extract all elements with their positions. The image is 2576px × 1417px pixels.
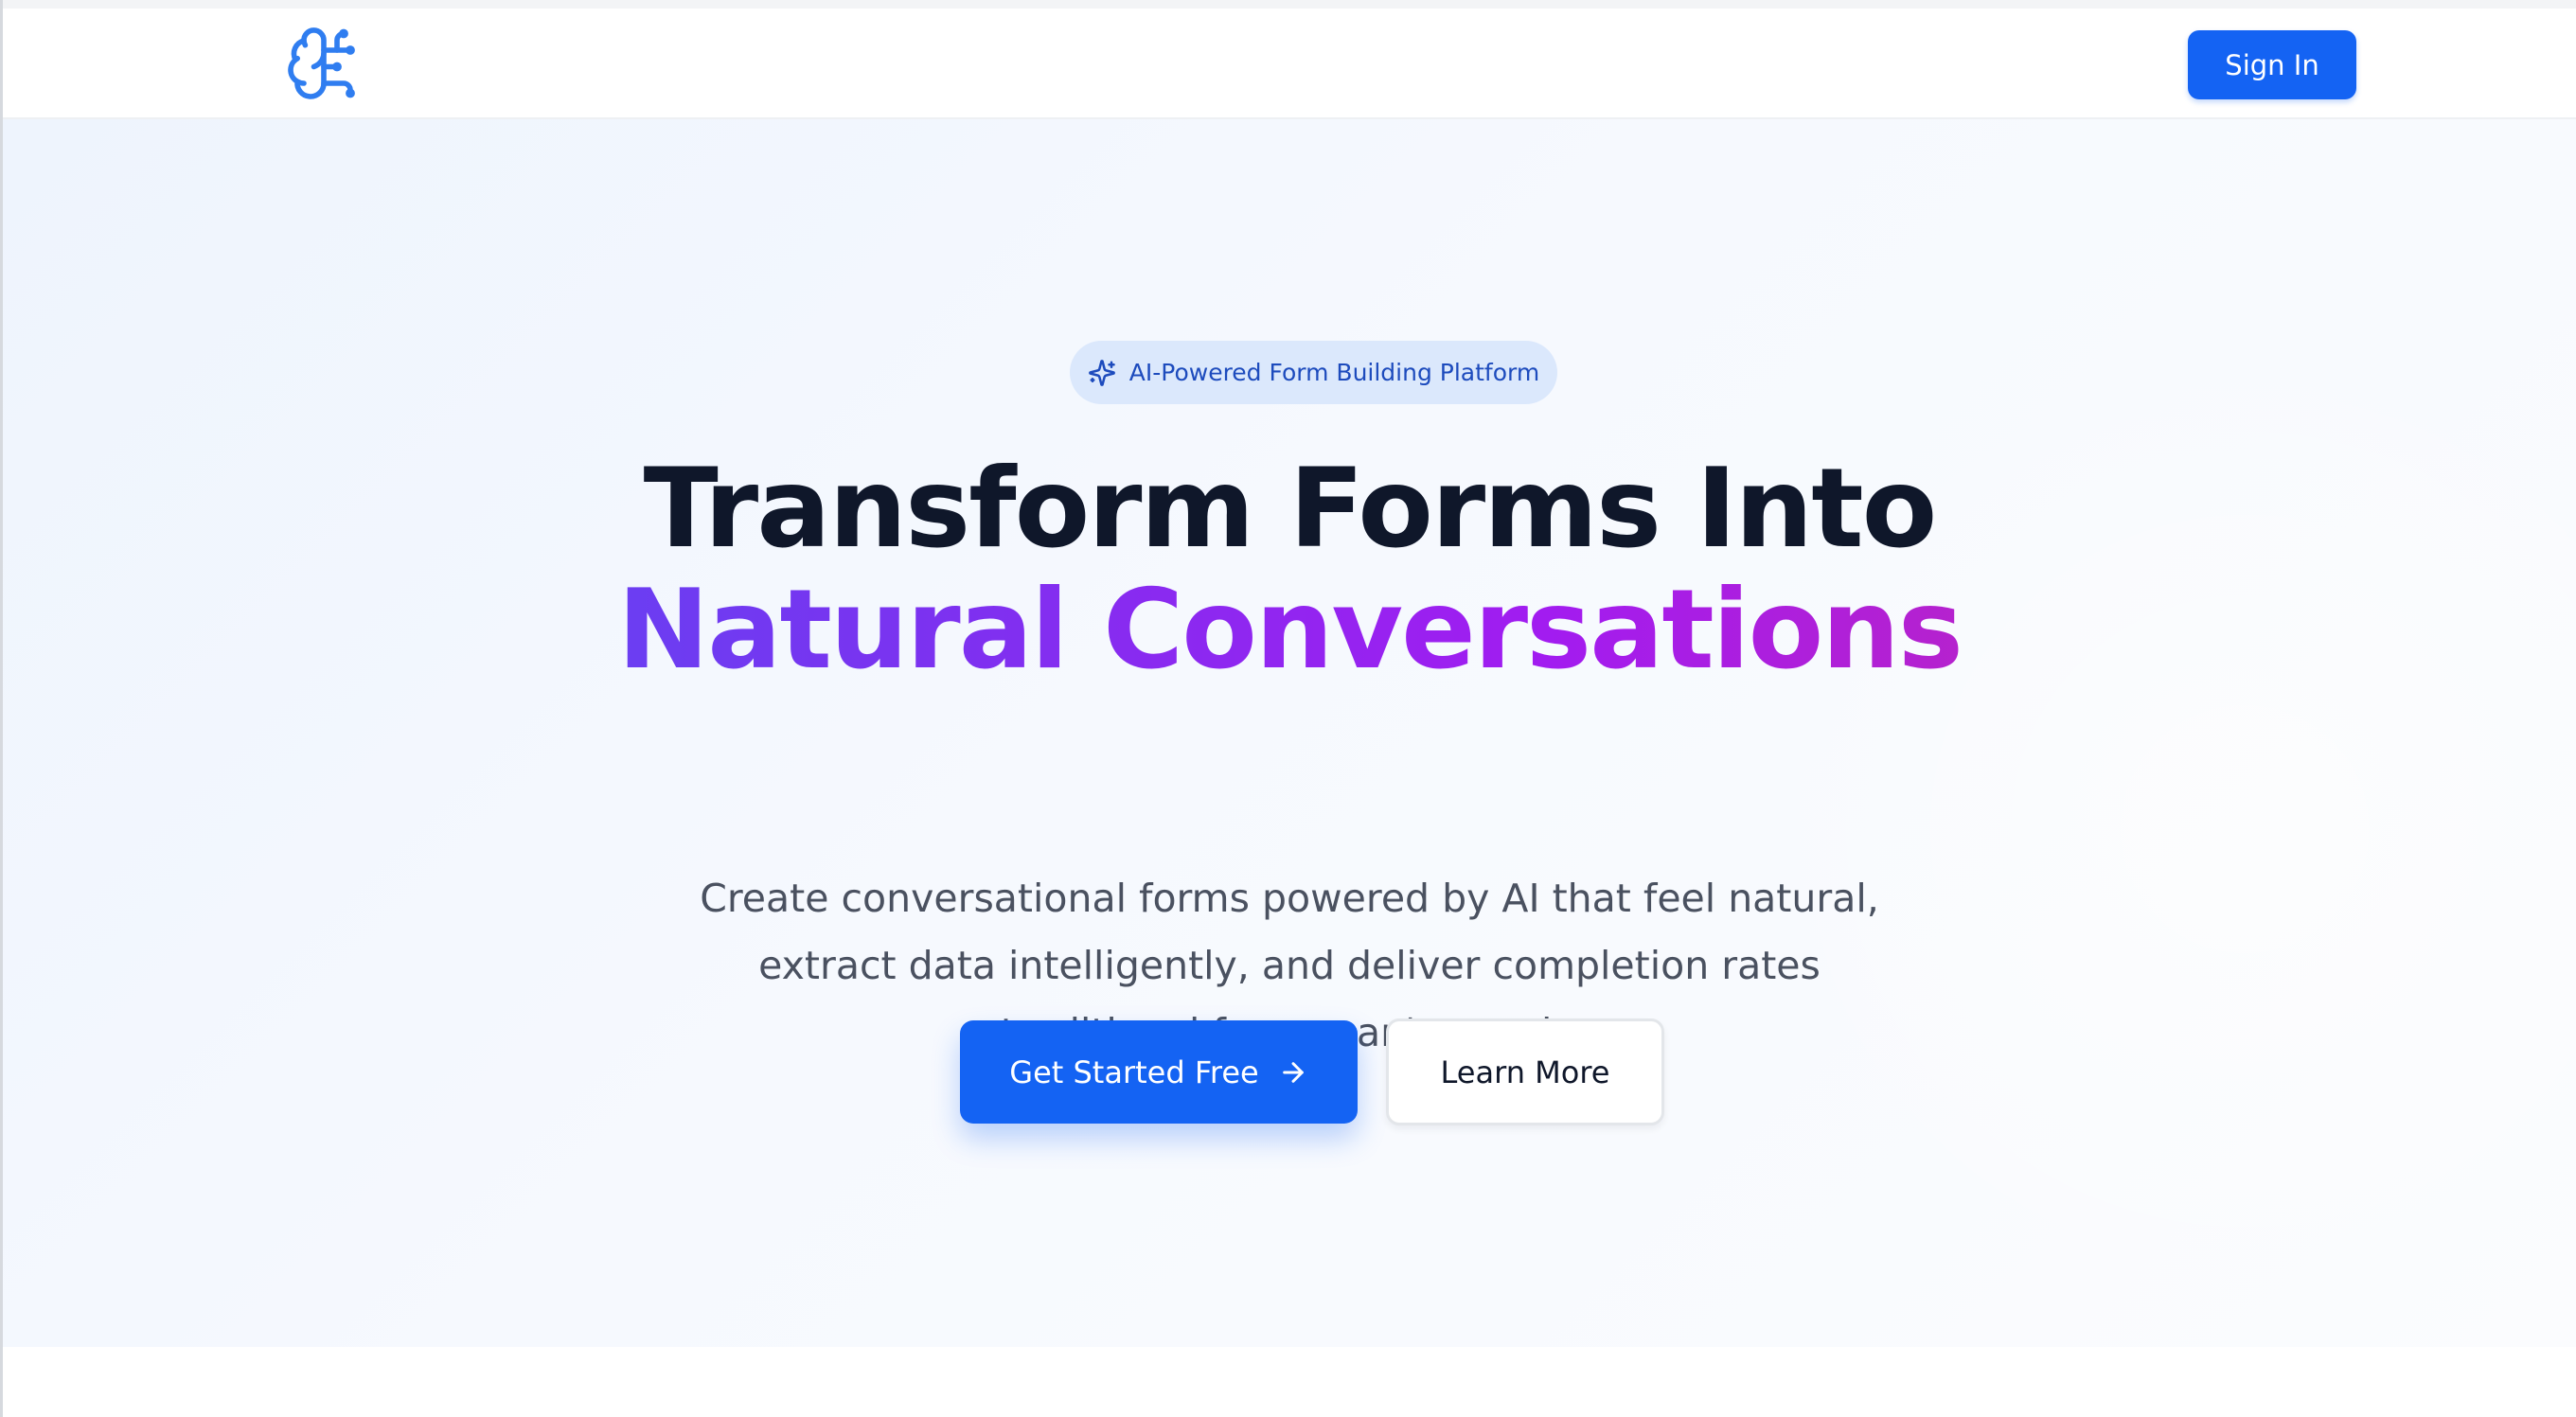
brain-circuit-icon[interactable] xyxy=(284,24,364,103)
platform-badge: AI-Powered Form Building Platform xyxy=(1070,341,1557,404)
get-started-button[interactable]: Get Started Free xyxy=(960,1020,1358,1124)
top-navbar: Sign In xyxy=(0,0,2576,119)
sparkles-icon xyxy=(1088,359,1116,387)
arrow-right-icon xyxy=(1278,1057,1308,1088)
learn-more-button[interactable]: Learn More xyxy=(1386,1018,1664,1125)
hero-headline: Transform Forms Into Natural Conversatio… xyxy=(3,449,2576,691)
badge-text: AI-Powered Form Building Platform xyxy=(1128,359,1540,386)
headline-line-2-gradient: Natural Conversations xyxy=(3,570,2576,691)
sign-in-button[interactable]: Sign In xyxy=(2188,30,2356,99)
landing-page: Sign In AI-Powered Form Building Platfor… xyxy=(0,0,2576,1417)
window-left-border xyxy=(0,0,3,1417)
headline-line-1: Transform Forms Into xyxy=(643,445,1938,573)
get-started-label: Get Started Free xyxy=(1009,1054,1259,1090)
hero-section: AI-Powered Form Building Platform Transf… xyxy=(3,119,2576,1347)
